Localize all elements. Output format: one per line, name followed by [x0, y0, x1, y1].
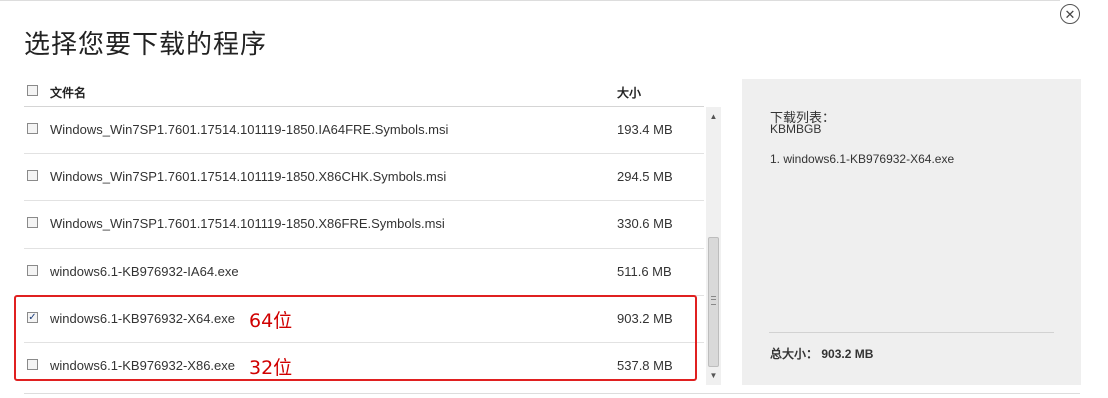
download-list-name: KBMBGB — [770, 122, 822, 136]
list-scrollbar[interactable]: ▲ ▼ — [706, 107, 721, 385]
panel-divider — [769, 332, 1054, 333]
dialog-title: 选择您要下载的程序 — [24, 30, 268, 60]
file-checkbox[interactable] — [27, 123, 38, 134]
scrollbar-thumb[interactable] — [708, 237, 719, 367]
file-row[interactable]: windows6.1-KB976932-IA64.exe 511.6 MB — [24, 249, 704, 296]
file-size: 294.5 MB — [617, 169, 673, 185]
highlight-annotation-box — [14, 295, 697, 381]
grip-icon — [711, 296, 716, 305]
download-summary-panel: 下载列表： KBMBGB 1. windows6.1-KB976932-X64.… — [742, 79, 1081, 385]
file-name: windows6.1-KB976932-IA64.exe — [50, 263, 239, 279]
total-size-label: 总大小： — [770, 347, 819, 361]
file-row[interactable]: Windows_Win7SP1.7601.17514.101119-1850.X… — [24, 201, 704, 249]
selected-file-item: 1. windows6.1-KB976932-X64.exe — [770, 152, 955, 166]
file-size: 511.6 MB — [617, 263, 672, 279]
file-size: 193.4 MB — [617, 122, 673, 137]
file-row[interactable]: Windows_Win7SP1.7601.17514.101119-1850.I… — [24, 107, 704, 155]
select-all-checkbox[interactable] — [27, 85, 38, 96]
file-name: Windows_Win7SP1.7601.17514.101119-1850.I… — [50, 122, 449, 137]
column-header-size[interactable]: 大小 — [617, 84, 641, 101]
close-icon[interactable]: ✕ — [1060, 4, 1080, 24]
file-row[interactable]: Windows_Win7SP1.7601.17514.101119-1850.X… — [24, 154, 704, 202]
total-size: 总大小： 903.2 MB — [770, 345, 873, 362]
file-size: 330.6 MB — [617, 216, 673, 232]
top-divider — [0, 0, 1060, 1]
total-size-value: 903.2 MB — [821, 347, 874, 361]
column-header-filename[interactable]: 文件名 — [50, 84, 86, 101]
scroll-down-arrow-icon[interactable]: ▼ — [706, 368, 721, 383]
file-checkbox[interactable] — [27, 170, 38, 182]
bottom-divider — [24, 393, 1080, 394]
file-checkbox[interactable] — [27, 217, 38, 229]
file-name: Windows_Win7SP1.7601.17514.101119-1850.X… — [50, 169, 447, 185]
scroll-up-arrow-icon[interactable]: ▲ — [706, 109, 721, 124]
file-name: Windows_Win7SP1.7601.17514.101119-1850.X… — [50, 216, 445, 232]
list-header: 文件名 大小 — [24, 80, 704, 107]
file-checkbox[interactable] — [27, 264, 38, 276]
